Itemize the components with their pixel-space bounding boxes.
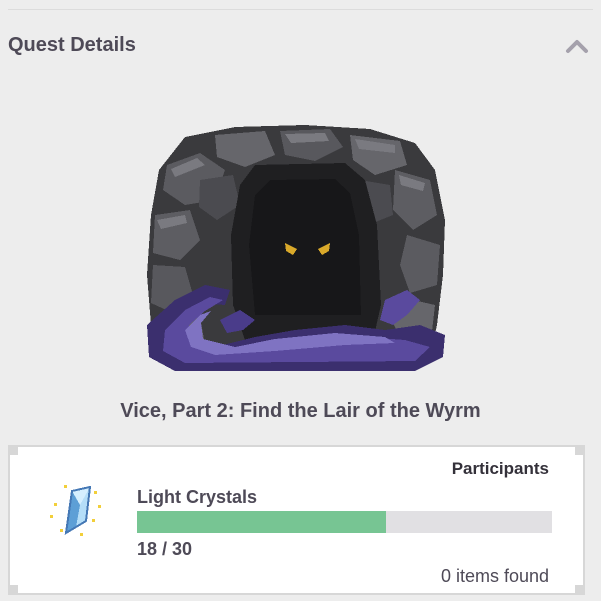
collection-progress-bar	[137, 511, 552, 533]
light-crystal-icon	[46, 481, 106, 541]
item-name: Light Crystals	[137, 487, 258, 507]
progress-bar-fill	[137, 511, 386, 533]
chevron-up-icon[interactable]	[563, 32, 591, 60]
item-count: 18 / 30	[137, 539, 193, 559]
section-title: Quest Details	[8, 34, 136, 56]
quest-title: Vice, Part 2: Find the Lair of the Wyrm	[120, 400, 481, 422]
quest-details-header[interactable]: Quest Details	[0, 28, 601, 68]
card-corner	[8, 445, 18, 455]
top-divider	[8, 9, 593, 10]
card-corner	[8, 585, 18, 595]
items-found-text: 0 items found	[440, 566, 549, 586]
card-corner	[575, 585, 585, 595]
collection-progress-card: Participants Light Crystals 18 / 30 0 it…	[8, 445, 585, 595]
quest-lair-image	[145, 125, 450, 375]
card-corner	[575, 445, 585, 455]
participants-link[interactable]: Participants	[452, 459, 549, 479]
